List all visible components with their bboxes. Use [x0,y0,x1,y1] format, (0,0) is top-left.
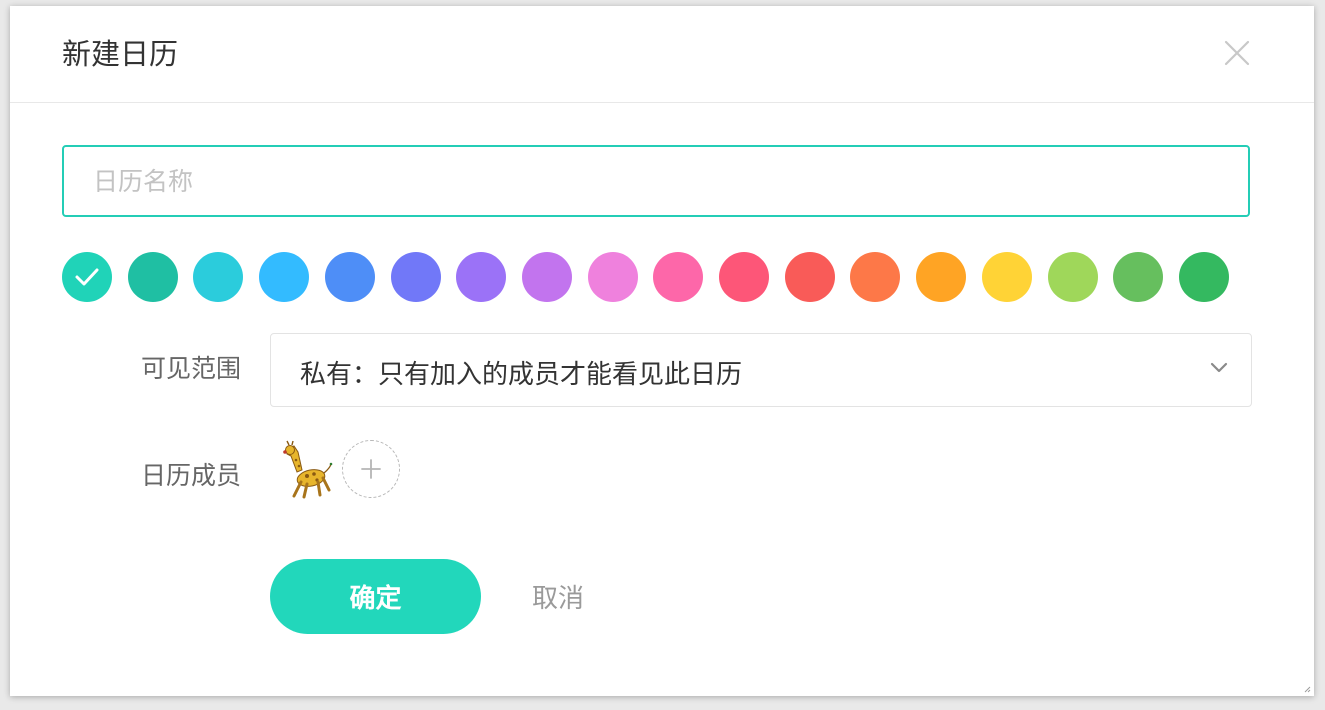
dialog-header: 新建日历 [10,6,1314,103]
chevron-down-icon [1210,362,1228,373]
visibility-label: 可见范围 [140,354,241,383]
color-swatch[interactable] [193,252,243,302]
color-swatch[interactable] [982,252,1032,302]
color-swatch[interactable] [588,252,638,302]
color-swatch[interactable] [128,252,178,302]
resize-grip-icon[interactable] [1303,685,1311,693]
color-swatch[interactable] [522,252,572,302]
color-swatch[interactable] [62,252,112,302]
confirm-button[interactable]: 确定 [270,559,481,634]
color-swatch[interactable] [785,252,835,302]
color-swatch[interactable] [1179,252,1229,302]
color-swatch[interactable] [719,252,769,302]
members-label: 日历成员 [140,461,241,490]
color-swatch[interactable] [916,252,966,302]
visibility-selected-value: 私有：只有加入的成员才能看见此日历 [300,360,743,390]
visibility-select[interactable]: 私有：只有加入的成员才能看见此日历 [270,333,1252,407]
new-calendar-dialog: 新建日历 可见范围 私有：只有加入的成员才能看见此日历 日历成员 [10,6,1314,696]
color-swatch[interactable] [259,252,309,302]
color-swatch[interactable] [850,252,900,302]
close-icon[interactable] [1222,38,1252,68]
dialog-title: 新建日历 [62,37,179,71]
color-swatch[interactable] [391,252,441,302]
check-icon [75,268,99,286]
cancel-button[interactable]: 取消 [510,559,606,634]
add-member-button[interactable] [342,440,400,498]
giraffe-avatar [283,440,333,499]
color-swatch[interactable] [325,252,375,302]
calendar-name-input[interactable] [62,145,1250,217]
color-swatch[interactable] [456,252,506,302]
color-swatch[interactable] [1113,252,1163,302]
color-swatch[interactable] [653,252,703,302]
color-swatch[interactable] [1048,252,1098,302]
plus-icon [361,459,381,479]
